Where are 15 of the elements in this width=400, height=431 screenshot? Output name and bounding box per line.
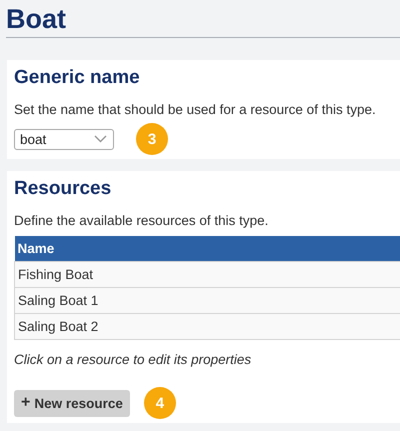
column-header: Name <box>14 236 400 262</box>
section-description: Set the name that should be used for a resource of this type. <box>14 101 377 119</box>
resource-row[interactable]: Saling Boat 1 <box>14 288 400 314</box>
section-description: Define the available resources of this type. <box>14 212 270 230</box>
step-badge: 4 <box>144 387 176 419</box>
resource-row[interactable]: Saling Boat 2 <box>14 314 400 340</box>
new-resource-button[interactable]: + New resource <box>14 390 130 416</box>
step-badge: 3 <box>136 123 168 155</box>
chevron-down-icon <box>94 135 107 143</box>
section-heading: Generic name <box>14 66 141 90</box>
hint-text: Click on a resource to edit its properties <box>14 352 252 367</box>
resource-row[interactable]: Fishing Boat <box>14 262 400 288</box>
name-select[interactable]: boat <box>14 128 114 150</box>
page-title: Boat <box>6 0 400 38</box>
section-heading: Resources <box>14 177 112 201</box>
